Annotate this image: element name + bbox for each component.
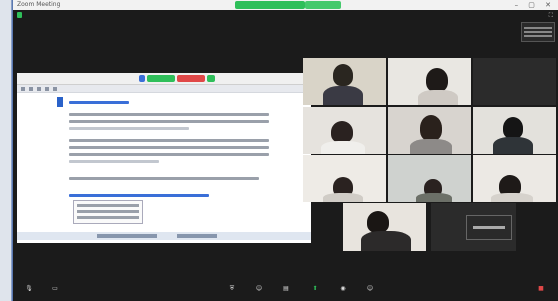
video-tile[interactable] xyxy=(473,155,556,202)
doc-line xyxy=(69,127,189,130)
shield-icon: ⛨ xyxy=(229,285,235,292)
shared-screen-toolbar xyxy=(17,73,311,85)
video-tile[interactable] xyxy=(388,58,471,105)
meeting-top-bar: ⛶ xyxy=(13,10,558,20)
share-indicator-icon xyxy=(139,75,145,82)
video-tile[interactable] xyxy=(303,58,386,105)
doc-line xyxy=(69,139,269,142)
share-more-button[interactable] xyxy=(207,75,215,82)
doc-line xyxy=(69,160,159,163)
title-bar: Zoom Meeting – ▢ ✕ xyxy=(13,0,558,10)
end-icon: ■ xyxy=(538,285,544,292)
ribbon-icon[interactable] xyxy=(53,87,57,91)
doc-line xyxy=(69,101,129,104)
reactions-button[interactable]: ☺ xyxy=(358,285,382,299)
video-tile[interactable] xyxy=(303,155,386,202)
screen-thumbnail[interactable] xyxy=(466,215,512,240)
taskbar-item[interactable] xyxy=(177,234,217,238)
app-title: Zoom Meeting xyxy=(17,1,61,8)
fullscreen-icon[interactable]: ⛶ xyxy=(549,12,553,20)
video-tile[interactable] xyxy=(343,203,426,251)
ribbon-icon[interactable] xyxy=(29,87,33,91)
video-button[interactable]: ▭ xyxy=(43,285,67,299)
left-panel xyxy=(0,0,12,301)
chat-icon: ▤ xyxy=(283,285,289,292)
encryption-shield-icon[interactable] xyxy=(17,12,22,18)
doc-line xyxy=(69,194,209,197)
meeting-controls: 🎙 ▭ ⛨ ☺ ▤ ⬆ ◉ ☺ ■ xyxy=(13,283,558,301)
ribbon-icon[interactable] xyxy=(21,87,25,91)
chat-button[interactable]: ▤ xyxy=(274,285,298,299)
video-tile[interactable] xyxy=(388,155,471,202)
end-meeting-button[interactable]: ■ xyxy=(529,285,553,299)
share-stop-button[interactable] xyxy=(177,75,205,82)
ribbon-icon[interactable] xyxy=(37,87,41,91)
doc-line xyxy=(69,146,269,149)
window-controls[interactable]: – ▢ ✕ xyxy=(515,1,555,9)
ribbon-icon[interactable] xyxy=(45,87,49,91)
share-icon: ⬆ xyxy=(312,285,318,292)
zoom-window: Zoom Meeting – ▢ ✕ ⛶ 🎙 ▭ ⛨ ☺ ▤ ⬆ ◉ ☺ ■ xyxy=(12,0,558,301)
participants-button[interactable]: ☺ xyxy=(247,285,271,299)
taskbar-item[interactable] xyxy=(97,234,157,238)
doc-line xyxy=(69,113,269,116)
shared-screen[interactable] xyxy=(17,73,311,243)
doc-line xyxy=(69,153,269,156)
share-status-bar-end[interactable] xyxy=(305,1,341,9)
screen: Zoom Meeting – ▢ ✕ ⛶ 🎙 ▭ ⛨ ☺ ▤ ⬆ ◉ ☺ ■ xyxy=(0,0,558,301)
video-tile[interactable] xyxy=(473,107,556,154)
mic-icon: 🎙 xyxy=(25,285,33,292)
mute-button[interactable]: 🎙 xyxy=(17,285,41,299)
embedded-table xyxy=(73,200,143,224)
people-icon: ☺ xyxy=(255,285,263,292)
doc-line xyxy=(69,177,259,180)
video-tile-off[interactable] xyxy=(473,58,556,105)
shared-taskbar xyxy=(17,232,311,240)
notification-popup[interactable] xyxy=(521,22,555,42)
share-green-button[interactable] xyxy=(147,75,175,82)
doc-line xyxy=(69,120,269,123)
record-icon: ◉ xyxy=(340,285,346,292)
share-status-bar[interactable] xyxy=(235,1,305,9)
heading-marker xyxy=(57,97,63,107)
record-button[interactable]: ◉ xyxy=(331,285,355,299)
video-tile[interactable] xyxy=(388,107,471,154)
document-ribbon xyxy=(17,85,311,93)
security-button[interactable]: ⛨ xyxy=(220,285,244,299)
smile-icon: ☺ xyxy=(366,285,374,292)
share-screen-button[interactable]: ⬆ xyxy=(303,285,327,299)
video-tile[interactable] xyxy=(303,107,386,154)
video-icon: ▭ xyxy=(52,285,58,292)
